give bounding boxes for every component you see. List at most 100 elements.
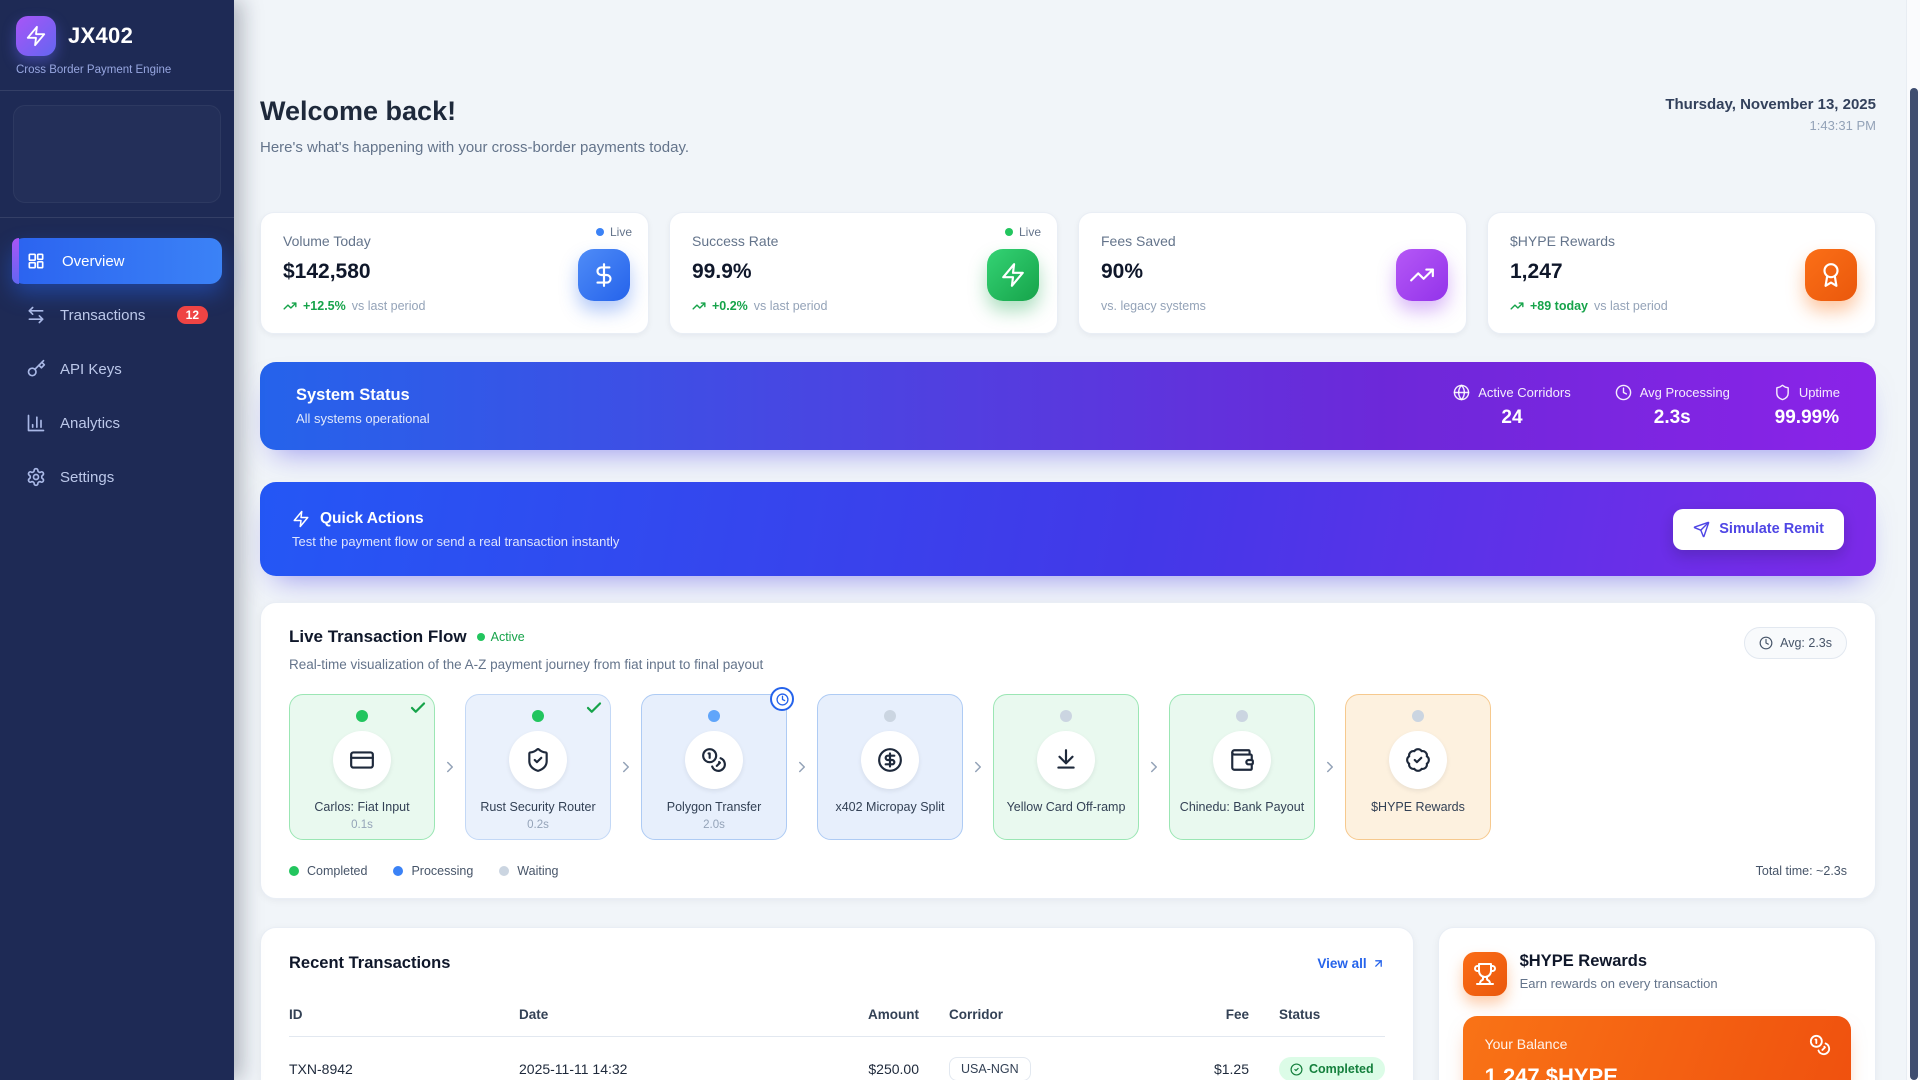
- trophy-icon: [1462, 952, 1507, 996]
- flow-step-micropay-split[interactable]: x402 Micropay Split: [817, 694, 963, 840]
- stat-card-success-rate: Live Success Rate 99.9% +0.2% vs last pe…: [669, 212, 1058, 334]
- live-transaction-flow: Live Transaction Flow Active Real-time v…: [260, 602, 1876, 899]
- current-time: 1:43:31 PM: [1809, 118, 1877, 133]
- coins-icon: [1809, 1034, 1831, 1056]
- stat-cards: Live Volume Today $142,580 +12.5% vs las…: [260, 212, 1876, 334]
- system-status-subtitle: All systems operational: [296, 411, 430, 426]
- flow-step-fiat-input[interactable]: Carlos: Fiat Input 0.1s: [289, 694, 435, 840]
- sidebar-item-label: API Keys: [60, 360, 122, 378]
- sidebar-item-transactions[interactable]: Transactions 12: [12, 292, 222, 338]
- chevron-right-icon: [1145, 758, 1163, 776]
- clock-icon: [1615, 384, 1632, 401]
- flow-subtitle: Real-time visualization of the A-Z payme…: [289, 657, 764, 672]
- stat-value: $142,580: [283, 260, 371, 283]
- step-status-dot: [1060, 710, 1072, 722]
- sidebar: JX402 Cross Border Payment Engine Overvi…: [0, 0, 234, 1080]
- quick-actions-subtitle: Test the payment flow or send a real tra…: [292, 533, 620, 549]
- transactions-table-header: ID Date Amount Corridor Fee Status: [289, 1007, 1385, 1037]
- arrow-up-right-icon: [1372, 957, 1385, 970]
- rewards-title: $HYPE Rewards: [1519, 952, 1648, 970]
- scrollbar-thumb[interactable]: [1910, 88, 1918, 1080]
- stat-trend-value: +0.2%: [712, 299, 748, 313]
- chevron-right-icon: [617, 758, 635, 776]
- sidebar-item-label: Settings: [60, 468, 115, 486]
- quick-actions-title: Quick Actions: [320, 509, 424, 527]
- view-all-link[interactable]: View all: [1317, 956, 1384, 971]
- rewards-subtitle: Earn rewards on every transaction: [1519, 976, 1718, 991]
- zap-icon: [987, 249, 1039, 301]
- coins-icon: [685, 731, 743, 789]
- sidebar-item-settings[interactable]: Settings: [12, 454, 222, 500]
- sidebar-nav: Overview Transactions 12 API Keys Analyt…: [0, 228, 234, 510]
- recent-transactions-title: Recent Transactions: [289, 954, 451, 972]
- legend-completed: Completed: [289, 864, 367, 878]
- check-icon: [409, 699, 427, 717]
- page-scrollbar[interactable]: [1906, 0, 1920, 1080]
- column-header-amount: Amount: [868, 1007, 919, 1022]
- step-time: 0.1s: [351, 819, 373, 831]
- column-header-fee: Fee: [1225, 1007, 1249, 1022]
- flow-steps: Carlos: Fiat Input 0.1s Rust Security Ro…: [289, 687, 1847, 840]
- step-name: Polygon Transfer: [666, 800, 762, 814]
- table-row[interactable]: TXN-8942 2025-11-11 14:32 $250.00 USA-NG…: [289, 1037, 1385, 1080]
- simulate-remit-button[interactable]: Simulate Remit: [1673, 508, 1844, 550]
- key-icon: [26, 359, 46, 379]
- stat-trend-note: vs last period: [351, 299, 426, 313]
- legend-label: Waiting: [517, 864, 559, 878]
- balance-label: Your Balance: [1484, 1036, 1568, 1052]
- circle-check-icon: [1290, 1062, 1303, 1076]
- legend-dot: [393, 866, 404, 876]
- sidebar-item-analytics[interactable]: Analytics: [12, 400, 222, 446]
- bar-chart-icon: [26, 413, 46, 433]
- legend-dot: [499, 866, 510, 876]
- clock-icon: [1759, 636, 1773, 650]
- status-stat-value: 24: [1501, 406, 1523, 428]
- trending-up-icon: [283, 299, 297, 313]
- dashboard-grid-icon: [26, 251, 46, 271]
- tx-fee: $1.25: [1213, 1061, 1249, 1077]
- live-dot: [1004, 228, 1013, 236]
- status-stat-label: Active Corridors: [1478, 384, 1571, 400]
- legend-waiting: Waiting: [499, 864, 559, 878]
- stat-value: 1,247: [1510, 260, 1563, 283]
- zap-icon: [25, 25, 47, 47]
- stat-trend-value: +12.5%: [303, 299, 346, 313]
- stat-card-fees-saved: Fees Saved 90% vs. legacy systems: [1078, 212, 1467, 334]
- status-stat-label: Uptime: [1798, 384, 1840, 400]
- recent-transactions-card: Recent Transactions View all ID Date Amo…: [260, 927, 1414, 1080]
- check-icon: [585, 699, 603, 717]
- system-status-title: System Status: [296, 386, 410, 404]
- hype-rewards-card: $HYPE Rewards Earn rewards on every tran…: [1437, 927, 1876, 1080]
- step-status-dot: [532, 710, 544, 722]
- stat-trend-note: vs last period: [1594, 299, 1668, 313]
- sidebar-item-api-keys[interactable]: API Keys: [12, 346, 222, 392]
- sidebar-item-label: Analytics: [60, 414, 121, 432]
- flow-step-polygon-transfer[interactable]: Polygon Transfer 2.0s: [641, 687, 794, 840]
- datetime: Thursday, November 13, 2025 1:43:31 PM: [1665, 96, 1876, 133]
- live-label: Live: [609, 225, 632, 239]
- trending-up-icon: [692, 299, 706, 313]
- flow-active-tag: Active: [476, 630, 525, 644]
- app-name: JX402: [68, 23, 134, 48]
- avg-processing-label: Avg: 2.3s: [1780, 636, 1832, 650]
- clock-badge-icon: [770, 687, 794, 711]
- tx-id: TXN-8942: [289, 1061, 353, 1077]
- app-logo: [16, 16, 56, 56]
- status-stat-corridors: Active Corridors 24: [1453, 384, 1571, 429]
- live-dot: [595, 228, 604, 236]
- gear-icon: [26, 467, 46, 487]
- flow-step-offramp[interactable]: Yellow Card Off-ramp: [993, 694, 1139, 840]
- step-status-dot: [708, 710, 720, 722]
- stat-label: Success Rate: [692, 233, 779, 249]
- legend-processing: Processing: [393, 864, 473, 878]
- globe-icon: [1453, 384, 1470, 401]
- flow-step-hype-rewards[interactable]: $HYPE Rewards: [1345, 694, 1491, 840]
- badge-check-icon: [1389, 731, 1447, 789]
- stat-trend-note: vs last period: [753, 299, 828, 313]
- status-stat-value: 2.3s: [1653, 406, 1691, 428]
- shield-check-icon: [509, 731, 567, 789]
- flow-step-security-router[interactable]: Rust Security Router 0.2s: [465, 694, 611, 840]
- sidebar-item-overview[interactable]: Overview: [12, 238, 222, 284]
- avg-processing-pill: Avg: 2.3s: [1744, 627, 1847, 659]
- flow-step-bank-payout[interactable]: Chinedu: Bank Payout: [1169, 694, 1315, 840]
